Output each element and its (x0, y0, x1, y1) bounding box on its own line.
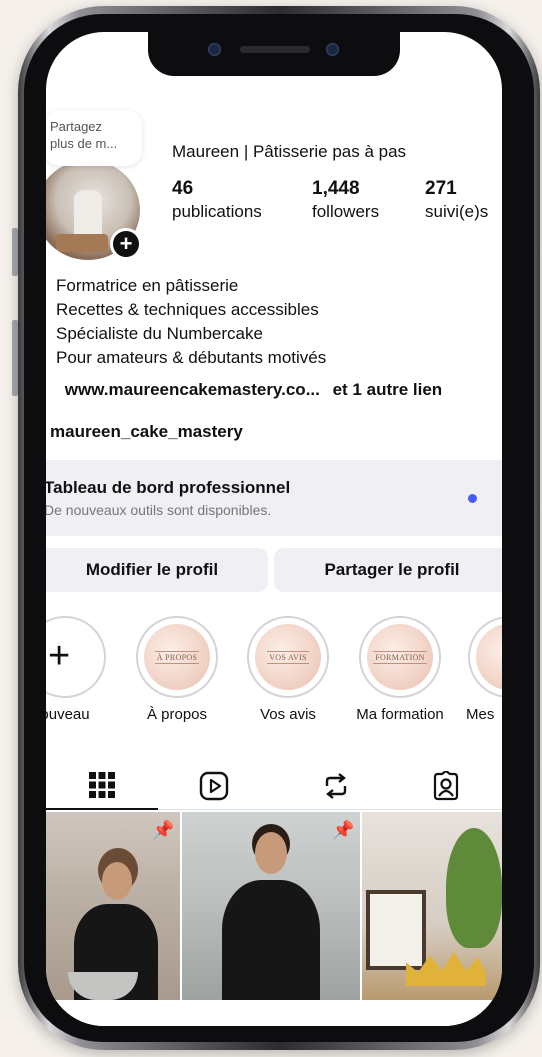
highlight-caption: Ma formation (356, 706, 444, 723)
notch (148, 32, 400, 76)
highlight-vos-avis[interactable]: VOS AVIS Vos avis (243, 616, 333, 723)
home-indicator-area (46, 1000, 502, 1026)
website-link[interactable]: www.maureencakemastery.co... (65, 380, 320, 399)
highlight-cover: ET (476, 624, 502, 690)
note-bubble[interactable]: Partagez plus de m... (46, 110, 142, 166)
stat-value: 1,448 (312, 178, 360, 199)
avatar-cake (56, 234, 108, 252)
bio-line: Formatrice en pâtisserie (56, 276, 239, 295)
bio-line: Pour amateurs & débutants motivés (56, 348, 327, 367)
sensor-icon (326, 43, 339, 56)
bio-links[interactable]: www.maureencakemastery.co... et 1 autre … (52, 380, 442, 400)
note-line-2: plus de m... (50, 136, 118, 151)
picture-frame (366, 890, 426, 970)
highlight-cover-text: FORMATION (373, 650, 427, 664)
stat-value: 46 (172, 178, 194, 199)
profile-page: Partagez plus de m... + Maureen | Pâtiss… (46, 32, 502, 1026)
highlight-caption: À propos (146, 706, 208, 723)
tab-reposts[interactable] (280, 762, 392, 810)
share-profile-button[interactable]: Partager le profil (274, 548, 502, 592)
highlight-new[interactable]: + ouveau (46, 616, 110, 723)
note-line-1: Partagez (50, 119, 103, 134)
avatar-figure (74, 190, 102, 238)
bio-line: Recettes & techniques accessibles (56, 300, 319, 319)
tab-tagged[interactable] (390, 762, 502, 810)
camera-icon (208, 43, 221, 56)
highlight-caption: Mes (466, 706, 495, 723)
highlight-ring: VOS AVIS (247, 616, 329, 698)
edit-profile-button[interactable]: Modifier le profil (46, 548, 268, 592)
highlight-cover-text: À PROPOS (154, 650, 200, 664)
post-thumbnail[interactable]: 📌 (182, 812, 360, 1000)
dashboard-subtitle: De nouveaux outils sont disponibles. (46, 502, 272, 518)
highlight-ring: À PROPOS (136, 616, 218, 698)
posts-grid: 📌 📌 (46, 812, 502, 1026)
stat-followers[interactable]: 1,448 followers (312, 178, 379, 222)
profile-tabs (46, 762, 502, 810)
phone-screen: Partagez plus de m... + Maureen | Pâtiss… (46, 32, 502, 1026)
highlight-caption: Vos avis (260, 706, 316, 723)
face (255, 832, 287, 874)
speaker-grille (240, 46, 310, 53)
grid-icon (89, 772, 115, 798)
highlight-caption: ouveau (46, 706, 90, 723)
plus-icon: + (48, 635, 71, 677)
face (102, 862, 132, 900)
shirt (222, 880, 320, 1000)
professional-dashboard[interactable]: Tableau de bord professionnel De nouveau… (46, 460, 502, 536)
highlight-ma-formation[interactable]: FORMATION Ma formation (355, 616, 445, 723)
bio-line: Spécialiste du Numbercake (56, 324, 263, 343)
tagged-icon (433, 771, 459, 801)
reposts-icon (325, 773, 347, 799)
stat-publications[interactable]: 46 publications (172, 178, 262, 222)
highlight-cover-text: VOS AVIS (267, 650, 309, 664)
threads-badge[interactable]: maureen_cake_mastery (50, 422, 243, 442)
add-story-icon[interactable]: + (110, 228, 142, 260)
highlight-ring: FORMATION (359, 616, 441, 698)
bio: Formatrice en pâtisserie Recettes & tech… (56, 274, 326, 370)
highlight-cover: FORMATION (367, 624, 433, 690)
stat-label: followers (312, 202, 380, 221)
stat-label: publications (172, 202, 262, 221)
post-thumbnail[interactable] (362, 812, 502, 1000)
highlight-a-propos[interactable]: À PROPOS À propos (132, 616, 222, 723)
pin-icon: 📌 (152, 820, 175, 840)
more-links[interactable]: et 1 autre lien (333, 380, 443, 399)
tab-grid[interactable] (46, 762, 158, 810)
dashboard-title: Tableau de bord professionnel (46, 478, 291, 497)
highlight-mes[interactable]: ET Mes (458, 616, 502, 723)
profile-name: Maureen | Pâtisserie pas à pas (172, 142, 407, 161)
pin-icon: 📌 (332, 820, 355, 840)
stat-following[interactable]: 271 suivi(e)s (425, 178, 488, 222)
stat-value: 271 (425, 178, 457, 199)
notification-dot (468, 494, 477, 503)
reels-icon (199, 771, 229, 801)
new-highlight-ring: + (46, 616, 106, 698)
stat-label: suivi(e)s (425, 202, 489, 221)
plant (446, 828, 502, 948)
highlight-cover: À PROPOS (144, 624, 210, 690)
highlight-cover: VOS AVIS (255, 624, 321, 690)
post-thumbnail[interactable]: 📌 (46, 812, 180, 1000)
tab-reels[interactable] (158, 762, 270, 810)
highlight-ring: ET (468, 616, 502, 698)
